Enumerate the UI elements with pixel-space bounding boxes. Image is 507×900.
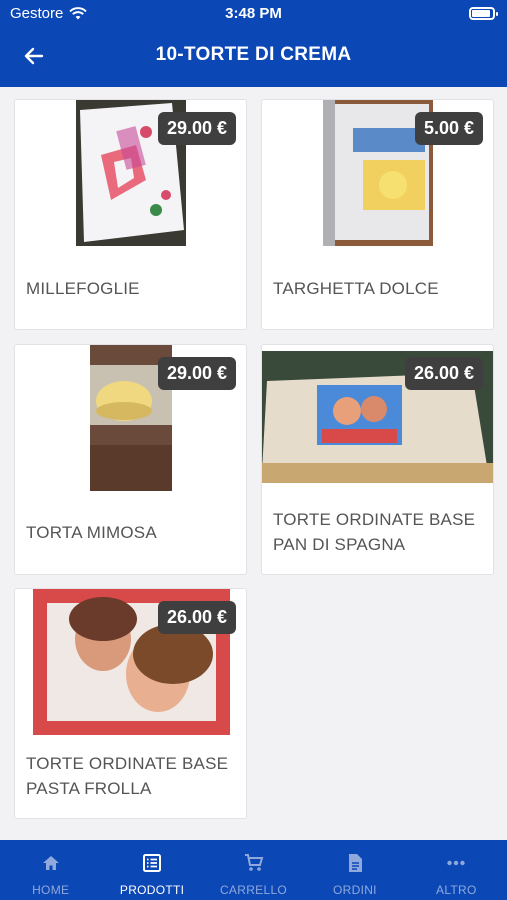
product-name: TORTE ORDINATE BASE PAN DI SPAGNA — [273, 510, 476, 554]
product-card[interactable]: 26.00 € TORTE ORDINATE BASE PAN DI SPAGN… — [261, 344, 494, 575]
bottom-tab-bar: HOME PRODOTTI CARRELLO ORDINI ALTRO — [0, 840, 507, 900]
price-badge: 29.00 € — [157, 357, 236, 390]
status-bar: Gestore 3:48 PM — [0, 0, 507, 28]
product-card[interactable]: 29.00 € MILLEFOGLIE — [14, 99, 247, 330]
app-header: Gestore 3:48 PM 10-TORTE DI CREMA — [0, 0, 507, 87]
home-icon — [42, 856, 59, 870]
tab-carrello[interactable]: CARRELLO — [203, 840, 304, 900]
product-name: TARGHETTA DOLCE — [273, 279, 439, 298]
clock: 3:48 PM — [225, 5, 282, 22]
tab-label: PRODOTTI — [119, 883, 185, 897]
document-icon — [348, 854, 362, 872]
tab-ordini[interactable]: ORDINI — [304, 840, 405, 900]
price-badge: 29.00 € — [157, 112, 236, 145]
price-badge: 26.00 € — [157, 601, 236, 634]
tab-label: HOME — [32, 883, 70, 897]
tab-altro[interactable]: ALTRO — [406, 840, 507, 900]
product-name: TORTE ORDINATE BASE PASTA FROLLA — [26, 754, 229, 798]
price-badge: 5.00 € — [414, 112, 483, 145]
product-card[interactable]: 29.00 € TORTA MIMOSA — [14, 344, 247, 575]
list-icon — [143, 854, 162, 872]
more-icon — [447, 860, 466, 866]
tab-prodotti[interactable]: PRODOTTI — [101, 840, 202, 900]
product-name: MILLEFOGLIE — [26, 279, 140, 298]
tab-label: ALTRO — [436, 883, 477, 897]
product-card[interactable]: 5.00 € TARGHETTA DOLCE — [261, 99, 494, 330]
tab-home[interactable]: HOME — [0, 840, 101, 900]
product-card[interactable]: 26.00 € TORTE ORDINATE BASE PASTA FROLLA — [14, 588, 247, 819]
product-name: TORTA MIMOSA — [26, 523, 157, 542]
cart-icon — [244, 854, 263, 871]
page-title: 10-TORTE DI CREMA — [155, 44, 352, 65]
tab-label: ORDINI — [333, 883, 377, 897]
price-badge: 26.00 € — [404, 357, 483, 390]
battery-icon — [469, 7, 498, 20]
tab-label: CARRELLO — [219, 883, 288, 897]
